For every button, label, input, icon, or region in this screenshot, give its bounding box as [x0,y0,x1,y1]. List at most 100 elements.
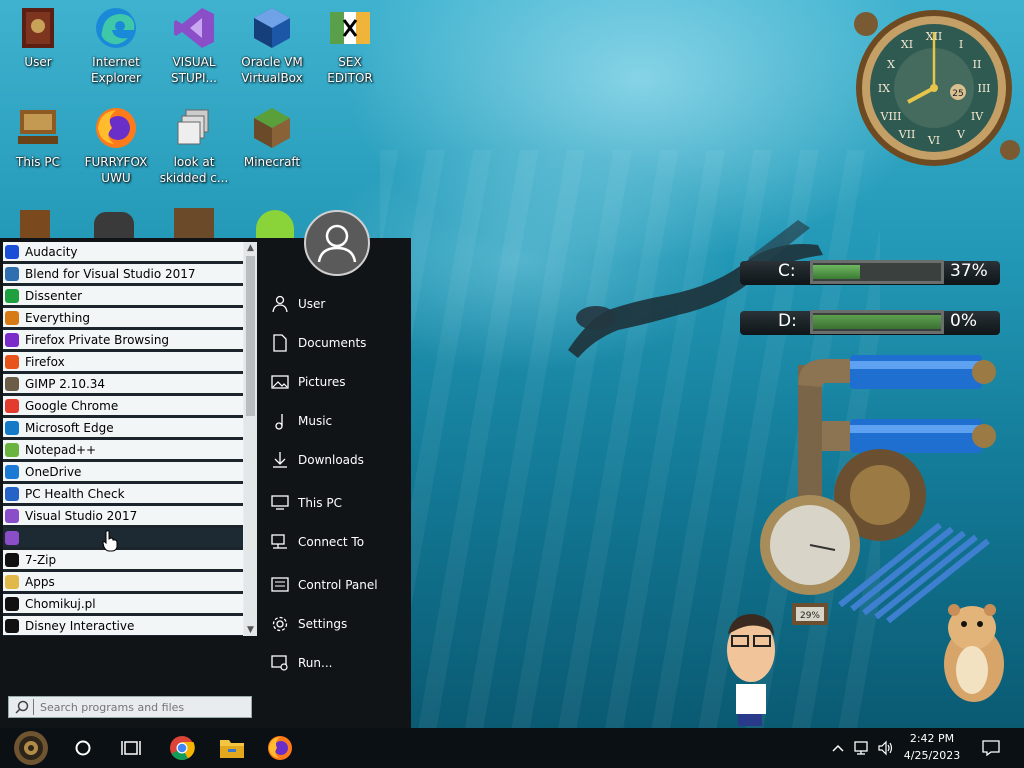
app-list-item[interactable]: 7-Zip [3,550,243,572]
search-icon [5,310,19,325]
start-place-label: Downloads [298,453,364,467]
start-menu-app-list[interactable]: Audacity Blend for Visual Studio 2017 Diss… [3,242,257,636]
app-list-item[interactable] [3,528,243,550]
chrome-taskbar-button[interactable] [162,728,202,768]
app-list-item-label: GIMP 2.10.34 [25,376,106,391]
desktop-icon-label: This PC [16,155,60,169]
desktop-icon-user[interactable]: User [0,6,76,70]
app-list-item[interactable]: Microsoft Edge [3,418,243,440]
desktop-icon-shortcut[interactable]: look at skidded c... [156,106,232,186]
user-avatar[interactable] [304,210,370,276]
app-list-item[interactable]: OneDrive [3,462,243,484]
start-place-music[interactable]: Music [270,410,332,432]
task-view-button[interactable] [112,728,150,768]
desktop-icon-firefox[interactable]: FURRYFOX UWU [78,106,154,186]
show-hidden-icons-button[interactable] [828,728,848,768]
app-list-item-label: Notepad++ [25,442,97,457]
start-place-downloads[interactable]: Downloads [270,449,364,471]
firefox-icon [5,354,19,369]
svg-text:I: I [959,38,963,51]
cortana-button[interactable] [64,728,102,768]
app-list-item[interactable]: Audacity [3,242,243,264]
app-list-item[interactable]: Disney Interactive [3,616,243,636]
app-list-scrollbar[interactable]: ▲ ▼ [244,242,257,636]
app-list-item-label: Audacity [25,244,78,259]
search-input[interactable] [40,700,240,714]
drive-meter-c: C: 37% [740,255,1000,289]
svg-text:VI: VI [927,134,940,147]
svg-text:II: II [973,58,982,71]
start-place-run[interactable]: Run... [270,652,332,674]
app-list-item-label: Visual Studio 2017 [25,508,138,523]
app-list-item-label: Apps [25,574,55,589]
run-icon [270,653,290,673]
scrollbar-thumb[interactable] [246,256,255,416]
edge-icon [5,420,19,435]
desktop-icon-hex-editor[interactable]: SEX EDITOR [312,6,388,86]
file-explorer-icon [220,740,244,758]
desktop-icon-virtualbox[interactable]: Oracle VM VirtualBox [234,6,310,86]
svg-text:X: X [887,58,895,71]
start-place-control-panel[interactable]: Control Panel [270,574,378,596]
taskbar-clock[interactable]: 2:42 PM 4/25/2023 [896,730,968,764]
app-list-item[interactable]: Notepad++ [3,440,243,462]
app-list-item[interactable]: Dissenter [3,286,243,308]
file-explorer-taskbar-button[interactable] [212,728,252,768]
folder-icon [5,574,19,589]
taskbar [0,728,1024,768]
app-list-item[interactable]: Apps [3,572,243,594]
app-list-item[interactable]: Everything [3,308,243,330]
app-list-item-label: 7-Zip [25,552,57,567]
firefox-taskbar-button[interactable] [260,728,300,768]
volume-tray-button[interactable] [874,728,898,768]
app-list-item-label: Dissenter [25,288,83,303]
user-silhouette-icon [317,224,357,263]
network-tray-button[interactable] [850,728,874,768]
start-place-label: Connect To [298,535,365,549]
steampunk-start-orb-icon [14,731,48,765]
scroll-down-arrow-icon[interactable]: ▼ [244,624,257,636]
edge-icon [96,8,136,48]
desktop-icon-minecraft[interactable]: Minecraft [234,106,310,170]
app-list-item[interactable]: Blend for Visual Studio 2017 [3,264,243,286]
start-place-user[interactable]: User [270,293,325,315]
cartoon-character [727,614,775,726]
app-list-item[interactable]: Firefox Private Browsing [3,330,243,352]
app-list-item[interactable]: Visual Studio 2017 [3,506,243,528]
start-place-label: Settings [298,617,348,631]
desktop-icon-internet-explorer[interactable]: Internet Explorer [78,6,154,86]
pictures-icon [270,372,290,392]
app-list-item-label: Chomikuj.pl [25,596,96,611]
start-search-box[interactable] [8,696,252,718]
desktop-icon-this-pc[interactable]: This PC [0,106,76,170]
app-list-item[interactable]: PC Health Check [3,484,243,506]
desktop-icon-label: Minecraft [243,155,301,169]
start-place-documents[interactable]: Documents [270,332,366,354]
desktop-icon-label: look at skidded c... [159,155,229,185]
cortana-circle-icon [75,740,91,756]
svg-text:VII: VII [898,128,916,141]
action-center-button[interactable] [976,728,1006,768]
start-button[interactable] [8,728,54,768]
start-place-label: Documents [298,336,367,350]
scroll-up-arrow-icon[interactable]: ▲ [244,242,257,254]
virtualbox-icon [254,8,290,48]
gimp-icon [5,376,19,391]
app-list-item[interactable]: GIMP 2.10.34 [3,374,243,396]
app-list-item[interactable]: Google Chrome [3,396,243,418]
private-browsing-icon [5,332,19,347]
start-place-connect-to[interactable]: Connect To [270,531,364,553]
connect-to-icon [270,532,290,552]
start-place-pictures[interactable]: Pictures [270,371,346,393]
app-list-item[interactable]: Chomikuj.pl [3,594,243,616]
app-list-item[interactable]: Firefox [3,352,243,374]
user-icon [270,294,290,314]
blend-icon [5,266,19,281]
app-list-item-label: Blend for Visual Studio 2017 [25,266,196,281]
desktop-icon-visual-studio[interactable]: VISUAL STUPI... [156,6,232,86]
start-place-settings[interactable]: Settings [270,613,347,635]
clock-date-day: 25 [952,89,963,99]
app-list-item-label: Microsoft Edge [25,420,114,435]
start-place-label: Pictures [298,375,346,389]
start-place-this-pc[interactable]: This PC [270,492,342,514]
